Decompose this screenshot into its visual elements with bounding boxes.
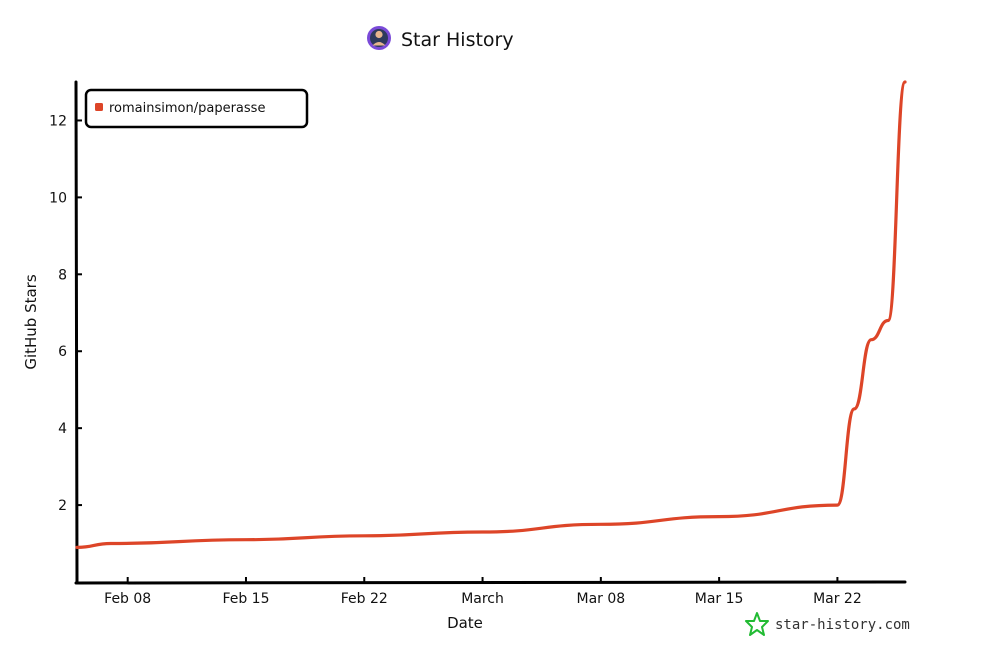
x-axis-title: Date xyxy=(447,614,483,632)
legend: romainsimon/paperasse xyxy=(84,88,309,129)
x-tick-label: March xyxy=(461,591,504,607)
chart-title: Star History xyxy=(401,29,514,51)
y-tick-label: 10 xyxy=(49,190,67,206)
y-tick-label: 12 xyxy=(49,113,67,129)
x-tick-label: Mar 08 xyxy=(576,591,625,607)
user-avatar-icon xyxy=(367,26,391,50)
legend-swatch xyxy=(95,103,103,111)
x-tick-label: Mar 22 xyxy=(813,591,862,607)
x-axis-line xyxy=(74,580,907,585)
y-axis-title: GitHub Stars xyxy=(22,274,40,370)
y-axis-line xyxy=(74,80,79,585)
y-tick-label: 6 xyxy=(58,344,67,360)
series-line-0 xyxy=(75,80,907,549)
watermark-text: star-history.com xyxy=(775,617,910,633)
watermark: star-history.com xyxy=(745,612,910,636)
axes xyxy=(74,80,907,585)
y-tick-label: 2 xyxy=(58,498,67,514)
x-tick-label: Feb 08 xyxy=(104,591,151,607)
chart-header: Star History xyxy=(367,26,514,51)
x-tick-label: Mar 15 xyxy=(695,591,744,607)
series-layer xyxy=(75,80,907,549)
x-tick-label: Feb 22 xyxy=(341,591,388,607)
legend-label: romainsimon/paperasse xyxy=(109,101,265,116)
y-tick-label: 8 xyxy=(58,267,67,283)
y-tick-label: 4 xyxy=(58,421,67,437)
x-tick-label: Feb 15 xyxy=(222,591,269,607)
star-outline-icon xyxy=(745,612,769,636)
star-history-chart: Star History 2 4 6 8 10 12 Feb 08 Feb 15 Feb 22… xyxy=(22,26,910,636)
